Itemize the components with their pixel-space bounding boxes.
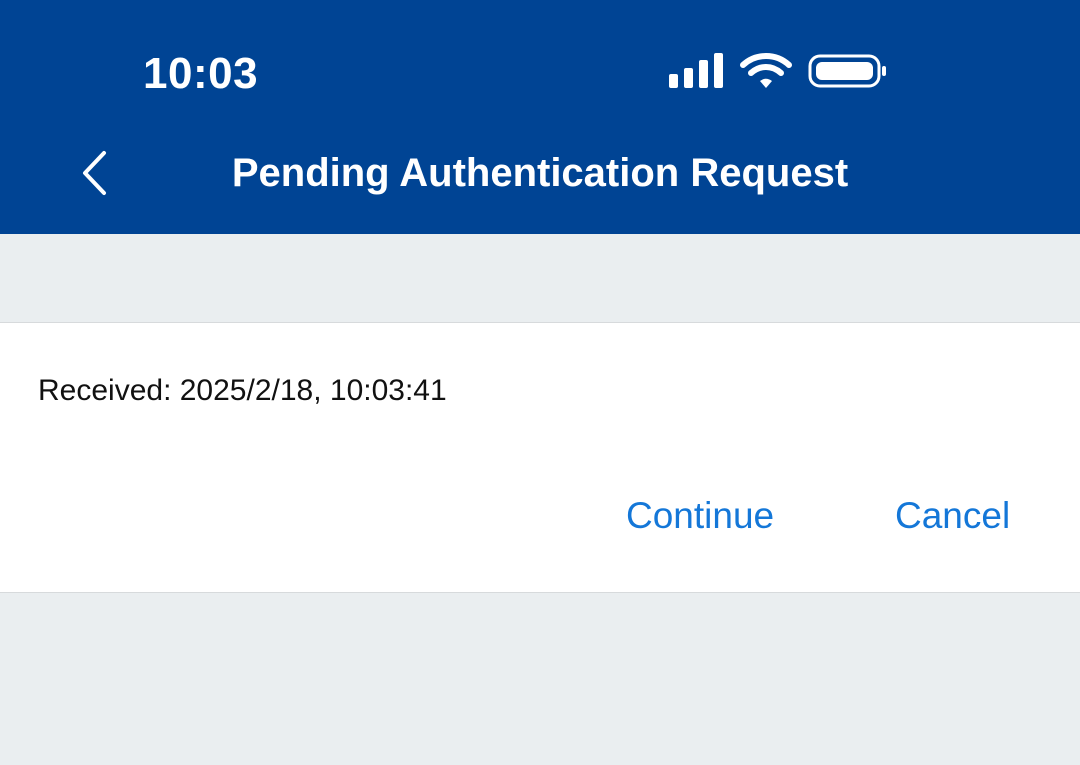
signal-icon <box>669 53 723 88</box>
screen: 10:03 Pending Authentication Request Rec… <box>0 0 1080 765</box>
continue-button[interactable]: Continue <box>626 493 774 539</box>
authentication-request-card: Received: 2025/2/18, 10:03:41 Continue C… <box>0 322 1080 593</box>
wifi-icon <box>740 53 792 88</box>
battery-icon <box>808 54 886 88</box>
received-label: Received: <box>38 374 172 407</box>
page-title: Pending Authentication Request <box>231 151 849 195</box>
received-time: 2025/2/18, 10:03:41 <box>179 374 447 407</box>
status-time: 10:03 <box>143 49 259 98</box>
received-line: Received: 2025/2/18, 10:03:41 <box>38 371 447 411</box>
app-header: 10:03 Pending Authentication Request <box>0 0 1080 234</box>
cancel-button[interactable]: Cancel <box>895 493 1010 539</box>
